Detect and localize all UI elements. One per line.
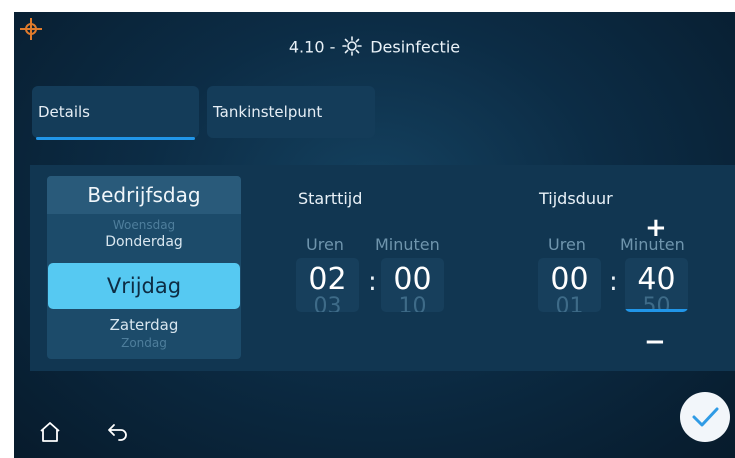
duration-hours-value: 00	[550, 262, 589, 297]
duration-hours-next: 01	[555, 294, 584, 312]
title-text: Desinfectie	[370, 37, 461, 57]
back-arrow-icon[interactable]	[106, 420, 130, 448]
duration-hours-spinner[interactable]: 00 01	[538, 258, 601, 312]
start-hours-spinner[interactable]: 02 03	[296, 258, 359, 312]
checkmark-icon	[692, 407, 719, 427]
page-title: 4.10 - Desinfectie	[14, 36, 735, 58]
tab-tankinstelpunt-label: Tankinstelpunt	[213, 103, 323, 121]
day-option-woensdag[interactable]: Woensdag	[47, 218, 241, 232]
confirm-button[interactable]	[680, 392, 730, 442]
duration-separator: :	[609, 267, 618, 297]
day-option-selected[interactable]: Vrijdag	[48, 263, 240, 309]
start-time-separator: :	[368, 267, 377, 297]
start-hours-next: 03	[313, 294, 342, 312]
start-minutes-value: 00	[393, 262, 432, 297]
tab-tankinstelpunt[interactable]: Tankinstelpunt	[207, 86, 375, 138]
day-option-donderdag[interactable]: Donderdag	[47, 234, 241, 250]
day-option-zondag[interactable]: Zondag	[47, 336, 241, 350]
day-picker[interactable]: Bedrijfsdag Woensdag Donderdag Vrijdag Z…	[47, 176, 241, 359]
start-time-label: Starttijd	[298, 189, 363, 208]
duration-minutes-value: 40	[637, 262, 676, 297]
tab-details-label: Details	[38, 103, 91, 121]
settings-panel: Bedrijfsdag Woensdag Donderdag Vrijdag Z…	[30, 165, 735, 371]
duration-minutes-spinner[interactable]: 40 50	[625, 258, 688, 312]
sun-gear-icon	[342, 36, 368, 58]
day-picker-header: Bedrijfsdag	[47, 176, 241, 214]
day-option-zaterdag[interactable]: Zaterdag	[47, 316, 241, 334]
home-icon[interactable]	[38, 420, 62, 448]
decrement-button[interactable]: −	[644, 327, 666, 357]
increment-button[interactable]: +	[645, 213, 667, 243]
start-hours-label: Uren	[306, 235, 344, 254]
start-minutes-spinner[interactable]: 00 10	[381, 258, 444, 312]
start-minutes-label: Minuten	[375, 235, 440, 254]
duration-hours-label: Uren	[548, 235, 586, 254]
duration-label: Tijdsduur	[539, 189, 613, 208]
active-tab-indicator	[36, 137, 195, 140]
screen: 4.10 - Desinfectie Details Tankinstelpun…	[14, 12, 735, 458]
tab-details[interactable]: Details	[32, 86, 199, 140]
duration-minutes-focus-underline	[625, 309, 688, 312]
title-prefix: 4.10 -	[288, 37, 336, 57]
start-minutes-next: 10	[398, 294, 427, 312]
start-hours-value: 02	[308, 262, 347, 297]
